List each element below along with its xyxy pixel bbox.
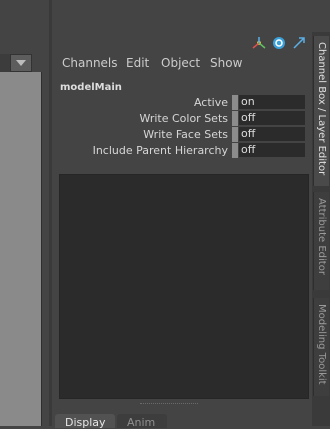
side-tab-channel-box[interactable]: Channel Box / Layer Editor xyxy=(313,36,329,186)
menu-edit[interactable]: Edit xyxy=(126,56,149,70)
menu-object[interactable]: Object xyxy=(161,56,200,70)
side-tab-label: Channel Box / Layer Editor xyxy=(316,42,327,176)
menu-channels[interactable]: Channels xyxy=(62,56,118,70)
attribute-row: Write Color Sets off xyxy=(60,111,308,126)
attribute-label[interactable]: Write Face Sets xyxy=(143,128,228,141)
attribute-value-field[interactable]: on xyxy=(239,95,305,109)
refresh-icon[interactable] xyxy=(272,35,286,49)
resize-grip[interactable] xyxy=(140,403,198,407)
side-tab-modeling-toolkit[interactable]: Modeling Toolkit xyxy=(313,298,329,396)
side-tab-attribute-editor[interactable]: Attribute Editor xyxy=(313,192,329,290)
attribute-handle[interactable] xyxy=(232,127,238,142)
viewport-dropdown-button[interactable] xyxy=(10,54,32,72)
layer-editor-tabs: Display Anim xyxy=(55,414,310,429)
attribute-handle[interactable] xyxy=(232,143,238,158)
viewport-panel[interactable] xyxy=(0,72,42,426)
side-tab-label: Modeling Toolkit xyxy=(316,304,327,385)
side-tab-label: Attribute Editor xyxy=(316,198,327,275)
attribute-handle[interactable] xyxy=(232,95,238,110)
attribute-row: Write Face Sets off xyxy=(60,127,308,142)
attribute-label[interactable]: Active xyxy=(194,96,228,109)
attribute-label[interactable]: Write Color Sets xyxy=(139,112,228,125)
attribute-row: Active on xyxy=(60,95,308,110)
attribute-value-field[interactable]: off xyxy=(239,143,305,157)
menu-show[interactable]: Show xyxy=(210,56,242,70)
arrow-diagonal-icon[interactable] xyxy=(292,35,306,49)
attribute-row: Include Parent Hierarchy off xyxy=(60,143,308,158)
attribute-value-field[interactable]: off xyxy=(239,111,305,125)
attribute-label[interactable]: Include Parent Hierarchy xyxy=(93,144,228,157)
left-panel-strip xyxy=(0,0,52,54)
layer-editor-area[interactable] xyxy=(59,174,309,399)
attribute-value-field[interactable]: off xyxy=(239,127,305,141)
chevron-down-icon xyxy=(16,60,26,66)
attribute-handle[interactable] xyxy=(232,111,238,126)
channel-box-toolbar xyxy=(252,35,308,51)
move-tool-icon[interactable] xyxy=(252,35,266,49)
node-name-label[interactable]: modelMain xyxy=(60,82,122,93)
